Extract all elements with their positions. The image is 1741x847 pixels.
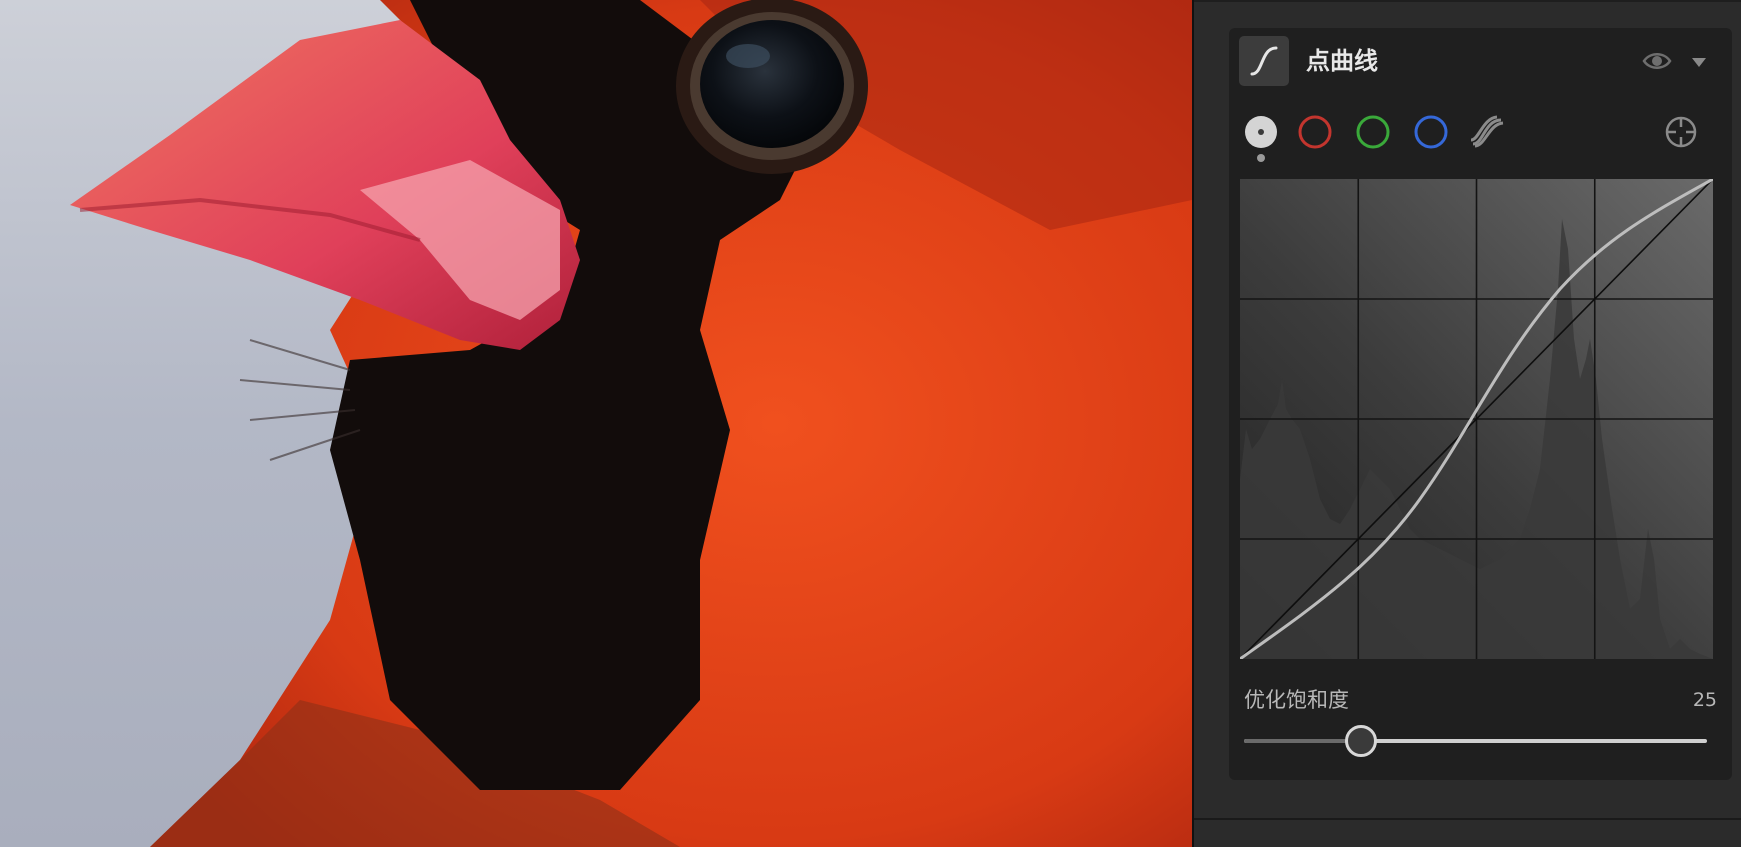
- blue-circle-icon[interactable]: [1413, 114, 1449, 150]
- point-curve-icon[interactable]: [1239, 36, 1289, 86]
- red-circle-icon[interactable]: [1297, 114, 1333, 150]
- white-dot-channel-icon[interactable]: [1243, 114, 1279, 150]
- vibrance-label: 优化饱和度: [1244, 688, 1349, 712]
- targeted-adjustment-icon[interactable]: [1663, 114, 1699, 150]
- vibrance-slider[interactable]: [1244, 725, 1707, 757]
- develop-side-panel: 点曲线 优化饱和度 25: [1192, 0, 1741, 847]
- point-curve-section: 点曲线 优化饱和度 25: [1229, 28, 1732, 780]
- lightroom-editor: 点曲线 优化饱和度 25: [0, 0, 1741, 847]
- parametric-curve-icon[interactable]: [1469, 114, 1505, 150]
- panel-bottom-divider: [1194, 818, 1741, 820]
- vibrance-value[interactable]: 25: [1693, 688, 1717, 712]
- cardinal-photo: [0, 0, 1192, 847]
- panel-top-divider: [1194, 0, 1741, 2]
- tone-curve-editor[interactable]: [1240, 179, 1713, 659]
- vibrance-slider-fill: [1244, 739, 1360, 743]
- active-channel-indicator: [1257, 154, 1265, 162]
- panel-title: 点曲线: [1306, 47, 1378, 75]
- vibrance-slider-thumb[interactable]: [1344, 725, 1377, 757]
- triangle-down-icon[interactable]: [1690, 54, 1708, 68]
- eye-icon[interactable]: [1641, 48, 1673, 74]
- photo-canvas[interactable]: [0, 0, 1192, 847]
- green-circle-icon[interactable]: [1355, 114, 1391, 150]
